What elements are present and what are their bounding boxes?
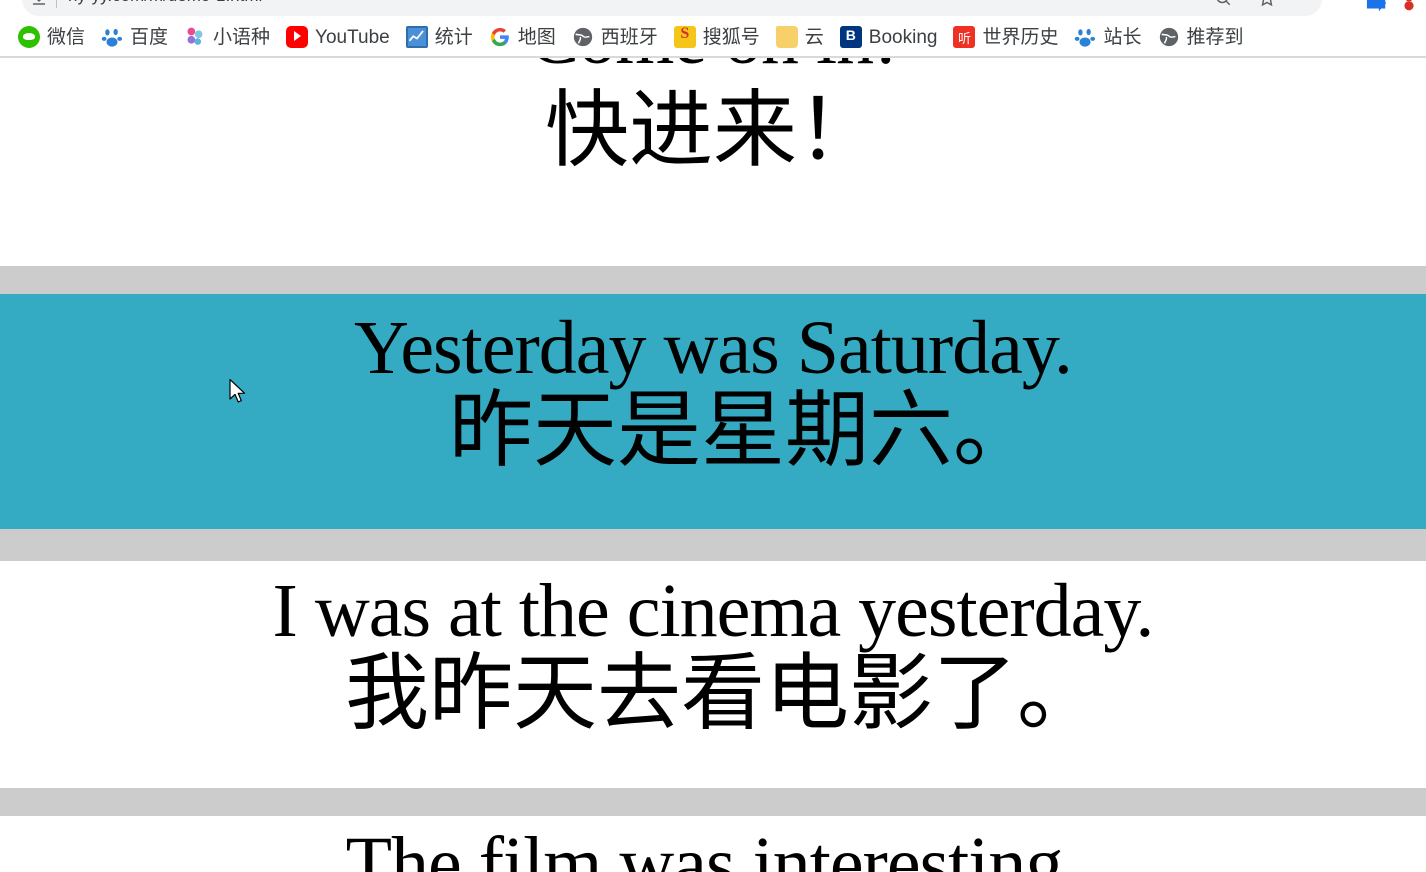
bookmark-label: 搜狐号 — [702, 26, 760, 48]
bookmark-label: Booking — [868, 26, 938, 48]
sentence-row-film[interactable]: The film was interesting. — [0, 816, 1426, 872]
address-bar-url: hy-yy.com/m/demo-1.html — [68, 0, 262, 6]
omnibox-separator — [56, 0, 57, 8]
bookmark-label: 统计 — [434, 26, 473, 48]
bookmark-maps[interactable]: 地图 — [481, 22, 564, 52]
bookmark-wechat[interactable]: 微信 — [10, 22, 93, 52]
bookmark-label: 微信 — [47, 26, 86, 48]
bookmarks-bar: 微信 百度 小语种 YouTube 统计 地图 西班牙 S 搜狐号 云 B Bo… — [0, 18, 1426, 56]
row-divider — [0, 788, 1426, 816]
ting-icon — [953, 26, 976, 48]
browser-chrome: hy-yy.com/m/demo-1.html 微信 — [0, 0, 1426, 56]
sentence-english: Yesterday was Saturday. — [354, 306, 1073, 390]
sentence-english: The film was interesting. — [345, 822, 1082, 872]
bookmark-folder-cloud[interactable]: 云 — [768, 22, 832, 52]
extension-red-icon[interactable] — [1398, 0, 1420, 14]
search-icon[interactable] — [1214, 0, 1232, 7]
youtube-icon — [286, 26, 309, 48]
sohu-icon — [673, 25, 696, 48]
bookmark-sohu[interactable]: 搜狐号 — [666, 22, 768, 52]
bookmark-label: 站长 — [1103, 26, 1142, 48]
bookmark-booking[interactable]: Booking — [832, 22, 946, 52]
wechat-icon — [18, 26, 40, 48]
baidu-icon — [101, 26, 123, 48]
page-content: Come on in! 快进来！ Yesterday was Saturday.… — [0, 56, 1426, 872]
sentence-row-greeting[interactable]: Come on in! 快进来！ — [0, 58, 1426, 266]
bookmark-recommend[interactable]: 推荐到 — [1150, 22, 1252, 52]
sentence-english: Come on in! — [0, 58, 1426, 78]
flower-icon — [184, 26, 206, 48]
row-divider — [0, 266, 1426, 294]
bookmark-xiaoyuzhong[interactable]: 小语种 — [176, 22, 278, 52]
sentence-english: I was at the cinema yesterday. — [272, 569, 1155, 653]
sentence-chinese: 我昨天去看电影了。 — [344, 647, 1101, 741]
bookmark-label: YouTube — [315, 26, 390, 48]
toolbar-extension-icons — [1366, 0, 1420, 20]
globe-icon — [1158, 26, 1180, 48]
bookmark-label: 世界历史 — [982, 26, 1059, 48]
google-icon — [489, 26, 511, 48]
baidu-paw-icon — [1074, 26, 1096, 48]
download-icon[interactable] — [30, 0, 48, 7]
bookmark-label: 地图 — [517, 26, 556, 48]
sentence-chinese: 昨天是星期六。 — [448, 384, 1037, 478]
sentence-row-cinema[interactable]: I was at the cinema yesterday. 我昨天去看电影了。 — [0, 561, 1426, 788]
bookmark-baidu[interactable]: 百度 — [93, 22, 176, 52]
folder-icon — [775, 26, 798, 48]
bookmark-label: 西班牙 — [600, 26, 658, 48]
bookmark-statistics[interactable]: 统计 — [398, 22, 481, 52]
bookmark-star-icon[interactable] — [1258, 0, 1276, 7]
bookmark-label: 推荐到 — [1186, 26, 1244, 48]
bookmark-label: 百度 — [130, 26, 169, 48]
bookmark-youtube[interactable]: YouTube — [278, 22, 398, 52]
address-bar[interactable]: hy-yy.com/m/demo-1.html — [22, 0, 1322, 16]
booking-icon — [839, 26, 862, 48]
row-divider — [0, 529, 1426, 561]
bookmark-label: 云 — [804, 26, 824, 48]
bookmark-label: 小语种 — [213, 26, 271, 48]
bookmark-zhanzhang[interactable]: 站长 — [1066, 22, 1149, 52]
extension-blue-arrow-icon[interactable] — [1366, 0, 1388, 14]
omnibox-strip: hy-yy.com/m/demo-1.html — [0, 0, 1426, 18]
sentence-row-saturday[interactable]: Yesterday was Saturday. 昨天是星期六。 — [0, 294, 1426, 529]
sentence-chinese: 快进来！ — [544, 85, 881, 178]
bookmark-spain[interactable]: 西班牙 — [564, 22, 666, 52]
bookmark-world-history[interactable]: 世界历史 — [945, 22, 1066, 52]
statistics-icon — [405, 26, 428, 48]
globe-icon — [572, 26, 594, 48]
